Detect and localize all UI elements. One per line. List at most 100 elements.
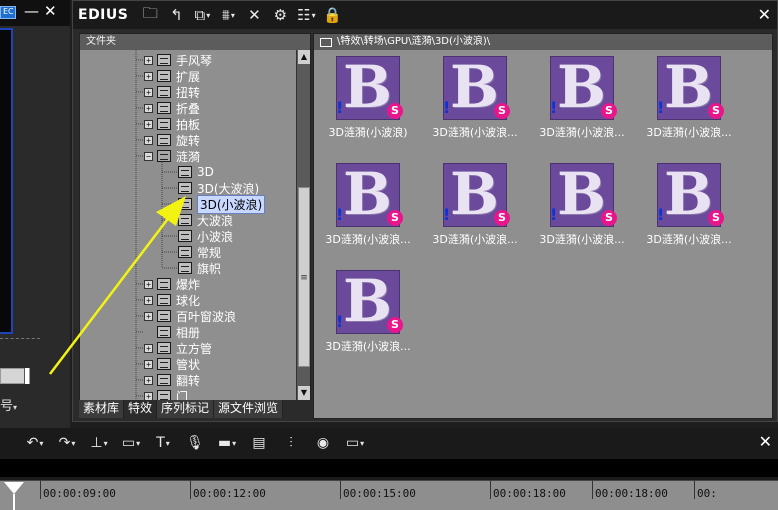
expand-icon[interactable]: + bbox=[144, 391, 153, 400]
folder-icon: 🗀 bbox=[142, 3, 158, 22]
clip-item[interactable]: B! S 3D涟漪(小波浪... bbox=[532, 52, 632, 152]
color-button[interactable]: ◉ bbox=[312, 432, 334, 454]
lock-button[interactable]: 🔒 bbox=[322, 4, 342, 26]
properties-button[interactable]: ⚙ bbox=[270, 4, 290, 26]
gpu-badge-icon: S bbox=[494, 210, 510, 226]
clip-item[interactable]: B! S 3D涟漪(小波浪... bbox=[639, 159, 739, 259]
voiceover-button[interactable]: 🎙 bbox=[184, 432, 206, 454]
clip-item[interactable]: B! S 3D涟漪(小波浪... bbox=[532, 159, 632, 259]
folder-header: 文件夹 bbox=[80, 34, 310, 50]
ripple-button[interactable]: ▭ ▾ bbox=[120, 432, 142, 454]
undo-button[interactable]: ↶ ▾ bbox=[24, 432, 46, 454]
redo-icon: ↷ bbox=[58, 435, 71, 451]
panel-button[interactable]: ▭ ▾ bbox=[344, 432, 366, 454]
chevron-down-icon: ▾ bbox=[39, 438, 44, 448]
playhead-icon[interactable] bbox=[4, 482, 24, 494]
tree-item[interactable]: + 管状 bbox=[144, 356, 200, 372]
expand-icon[interactable]: + bbox=[144, 71, 153, 81]
expand-icon[interactable]: + bbox=[144, 311, 153, 321]
clip-item[interactable]: B! S 3D涟漪(小波浪) bbox=[318, 52, 418, 152]
folder-icon bbox=[157, 70, 171, 82]
tree-item[interactable]: 常规 bbox=[178, 244, 221, 260]
bin-close-icon[interactable]: ✕ bbox=[758, 5, 771, 24]
tab-3[interactable]: 序列标记 bbox=[157, 400, 215, 418]
close-icon[interactable]: ✕ bbox=[44, 2, 57, 20]
tree-item[interactable]: 3D(小波浪) bbox=[178, 194, 266, 214]
tree-item[interactable]: 大波浪 bbox=[178, 212, 233, 228]
timeline-close-icon[interactable]: ✕ bbox=[759, 432, 772, 451]
expand-icon[interactable]: + bbox=[144, 135, 153, 145]
warning-icon: ! bbox=[336, 98, 344, 117]
render-button[interactable]: ▬ ▾ bbox=[216, 432, 238, 454]
delete-button[interactable]: ✕ bbox=[244, 4, 264, 26]
clip-item[interactable]: B! S 3D涟漪(小波浪... bbox=[318, 159, 418, 259]
clip-item[interactable]: B! S 3D涟漪(小波浪... bbox=[425, 159, 525, 259]
transition-preview-glyph: B bbox=[450, 160, 500, 228]
delete-icon: ✕ bbox=[248, 6, 261, 24]
tree-item[interactable]: + 门 bbox=[144, 388, 188, 400]
mixer-button[interactable]: ⫶ bbox=[280, 432, 302, 454]
title-button[interactable]: T ▾ bbox=[152, 432, 174, 454]
scroll-down-icon[interactable]: ▼ bbox=[298, 386, 310, 400]
timeline-track-area bbox=[0, 459, 778, 477]
tree-item[interactable]: + 折叠 bbox=[144, 100, 200, 116]
gpu-badge-icon: S bbox=[387, 103, 403, 119]
timecode-ruler[interactable]: 00:00:09:00 00:00:12:00 00:00:15:00 00:00:1… bbox=[0, 480, 778, 510]
tree-item[interactable]: 相册 bbox=[144, 324, 200, 340]
expand-icon[interactable]: + bbox=[144, 279, 153, 289]
tree-item[interactable]: 小波浪 bbox=[178, 228, 233, 244]
folder-scrollbar[interactable]: ▲ ≡ ▼ bbox=[296, 50, 310, 400]
expand-icon[interactable]: + bbox=[144, 55, 153, 65]
tree-item[interactable]: + 百叶窗波浪 bbox=[144, 308, 236, 324]
expand-icon[interactable]: + bbox=[144, 375, 153, 385]
tree-item[interactable]: + 拍板 bbox=[144, 116, 200, 132]
tree-item[interactable]: − 涟漪 bbox=[144, 148, 200, 164]
sequence-button[interactable]: ▤ bbox=[248, 432, 270, 454]
tab-1[interactable]: 素材库 bbox=[79, 400, 125, 418]
tree-item[interactable]: 旗帜 bbox=[178, 260, 221, 276]
expand-icon[interactable]: + bbox=[144, 359, 153, 369]
scroll-up-icon[interactable]: ▲ bbox=[298, 50, 310, 64]
redo-button[interactable]: ↷ ▾ bbox=[56, 432, 78, 454]
insert-mode-button[interactable]: ⊥ ▾ bbox=[88, 432, 110, 454]
preview-slider-knob[interactable] bbox=[24, 368, 29, 384]
expand-icon[interactable]: + bbox=[144, 103, 153, 113]
clip-item[interactable]: B! S 3D涟漪(小波浪... bbox=[318, 266, 418, 366]
expand-icon[interactable]: + bbox=[144, 343, 153, 353]
timeline-toolbar: ↶ ▾ ↷ ▾ ⊥ ▾ ▭ ▾ T ▾ 🎙 ▬ ▾ ▤ ⫶ ◉ ▭ ▾ bbox=[0, 428, 778, 458]
add-clip-button[interactable]: ⧉ ▾ bbox=[192, 4, 212, 26]
view-mode-button[interactable]: ☷ ▾ bbox=[296, 4, 316, 26]
expand-icon[interactable]: + bbox=[144, 119, 153, 129]
sequence-icon: ▤ bbox=[252, 435, 266, 451]
tree-item[interactable]: + 扩展 bbox=[144, 68, 200, 84]
clip-item[interactable]: B! S 3D涟漪(小波浪... bbox=[425, 52, 525, 152]
tree-item[interactable]: + 手风琴 bbox=[144, 52, 212, 68]
tree-item[interactable]: + 扭转 bbox=[144, 84, 200, 100]
tree-item-label: 小波浪 bbox=[197, 229, 234, 244]
scroll-thumb[interactable]: ≡ bbox=[298, 187, 310, 367]
chevron-down-icon: ▾ bbox=[206, 10, 211, 20]
expand-icon[interactable]: + bbox=[144, 295, 153, 305]
up-folder-button[interactable]: ↰ bbox=[166, 4, 186, 26]
tab-4[interactable]: 源文件浏览 bbox=[214, 400, 284, 418]
collapse-icon[interactable]: − bbox=[144, 151, 153, 161]
chevron-down-icon: ▾ bbox=[311, 10, 316, 20]
expand-icon[interactable]: + bbox=[144, 87, 153, 97]
tree-item[interactable]: + 爆炸 bbox=[144, 276, 200, 292]
tree-item[interactable]: 3D bbox=[178, 164, 214, 180]
tree-item[interactable]: + 球化 bbox=[144, 292, 200, 308]
ruler-tick bbox=[592, 481, 593, 499]
app-brand: EDIUS bbox=[78, 7, 129, 23]
tab-2[interactable]: 特效 bbox=[124, 400, 158, 418]
color-icon: ◉ bbox=[316, 435, 330, 451]
clip-item[interactable]: B! S 3D涟漪(小波浪... bbox=[639, 52, 739, 152]
add-to-timeline-button[interactable]: ⩩ ▾ bbox=[218, 4, 238, 26]
folder-button[interactable]: 🗀 bbox=[140, 4, 160, 26]
minimize-icon[interactable]: — bbox=[24, 2, 39, 20]
tree-item[interactable]: + 翻转 bbox=[144, 372, 200, 388]
warning-icon: ! bbox=[443, 98, 451, 117]
tree-item[interactable]: + 旋转 bbox=[144, 132, 200, 148]
tree-item-label: 旗帜 bbox=[197, 261, 222, 276]
folder-icon bbox=[157, 54, 171, 66]
tree-item[interactable]: + 立方管 bbox=[144, 340, 212, 356]
